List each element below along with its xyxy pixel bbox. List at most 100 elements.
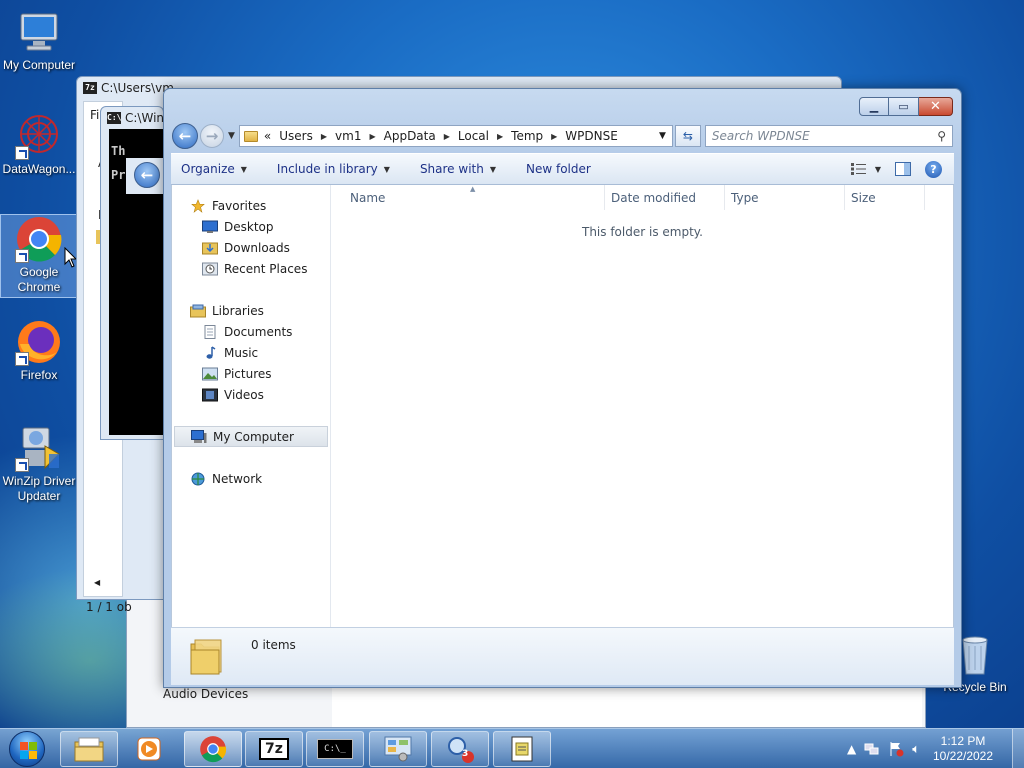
- search-input[interactable]: Search WPDNSE ⚲: [704, 125, 953, 147]
- desktop-icon-winzip-driver-updater[interactable]: WinZip Driver Updater: [0, 424, 78, 504]
- column-header-size[interactable]: Size: [845, 185, 925, 210]
- volume-icon[interactable]: 🔈︎: [912, 742, 920, 757]
- chevron-right-icon[interactable]: ▶: [444, 132, 450, 141]
- taskbar-7zip-button[interactable]: 7z: [245, 731, 303, 767]
- star-icon: [191, 198, 205, 213]
- hidden-window-back-button[interactable]: ←: [126, 158, 166, 194]
- taskbar-explorer-button[interactable]: [60, 731, 118, 767]
- nav-label: Videos: [224, 387, 264, 402]
- start-button[interactable]: [4, 729, 50, 768]
- cmd-icon: C:\_: [317, 739, 353, 759]
- menu-file-fragment[interactable]: Fi: [90, 108, 99, 122]
- recent-pages-dropdown[interactable]: ▼: [228, 131, 235, 141]
- change-view-button[interactable]: ▼: [850, 163, 881, 175]
- minimize-button[interactable]: ▁: [859, 97, 889, 116]
- audio-devices-label: Audio Devices: [163, 687, 249, 701]
- breadcrumb-temp[interactable]: Temp: [511, 129, 543, 143]
- chevron-right-icon[interactable]: ▶: [497, 132, 503, 141]
- nav-music[interactable]: Music: [172, 342, 330, 363]
- nav-label: Desktop: [224, 219, 274, 234]
- column-header-name[interactable]: Name: [332, 185, 605, 210]
- column-header-date-modified[interactable]: Date modified: [605, 185, 725, 210]
- organize-button[interactable]: Organize ▼: [181, 162, 247, 176]
- column-label: Size: [851, 190, 876, 205]
- new-folder-button[interactable]: New folder: [526, 162, 591, 176]
- system-tray: ▲ 🔈︎ 1:12 PM 10/22/2022: [847, 729, 1024, 768]
- breadcrumb-vm1[interactable]: vm1: [335, 129, 361, 143]
- window-command-prompt[interactable]: C:\ C:\Win Th Pr: [100, 106, 165, 440]
- chevron-right-icon[interactable]: ▶: [551, 132, 557, 141]
- chrome-icon: [15, 215, 63, 263]
- notification-badge-count: 3: [462, 749, 469, 759]
- nav-videos[interactable]: Videos: [172, 384, 330, 405]
- file-list[interactable]: ▲ Name Date modified Type Size This fold…: [332, 185, 953, 627]
- nav-downloads[interactable]: Downloads: [172, 237, 330, 258]
- nav-pictures[interactable]: Pictures: [172, 363, 330, 384]
- taskbar-search-tool-button[interactable]: 3: [431, 731, 489, 767]
- include-in-library-button[interactable]: Include in library ▼: [277, 162, 390, 176]
- share-with-button[interactable]: Share with ▼: [420, 162, 496, 176]
- computer-icon: [191, 429, 207, 443]
- nav-label: Music: [224, 345, 259, 360]
- computer-icon: [15, 8, 63, 56]
- maximize-button[interactable]: ▭: [889, 97, 919, 116]
- preview-pane-icon[interactable]: [895, 162, 911, 176]
- nav-label: My Computer: [213, 429, 294, 444]
- breadcrumb-local[interactable]: Local: [458, 129, 489, 143]
- taskbar-control-panel-button[interactable]: [369, 731, 427, 767]
- folder-icon: [190, 639, 222, 675]
- taskbar-chrome-button[interactable]: [184, 731, 242, 767]
- help-icon[interactable]: ?: [925, 160, 942, 178]
- breadcrumb-overflow[interactable]: «: [264, 129, 271, 143]
- close-button[interactable]: ✕: [919, 97, 953, 116]
- arrow-left-icon: ←: [178, 127, 192, 145]
- desktop-icon-datawagon[interactable]: DataWagon...: [0, 112, 78, 177]
- network-tray-icon[interactable]: [864, 741, 880, 757]
- recent-places-icon: [202, 262, 218, 275]
- search-icon[interactable]: ⚲: [937, 129, 946, 143]
- chevron-down-icon: ▼: [489, 164, 496, 174]
- column-header-type[interactable]: Type: [725, 185, 845, 210]
- explorer-window[interactable]: ▁ ▭ ✕ ← → ▼ « Users ▶ vm1 ▶ AppData ▶ Local…: [163, 88, 962, 688]
- desktop-icon-my-computer[interactable]: My Computer: [0, 8, 78, 73]
- media-player-icon: [137, 737, 161, 761]
- clock[interactable]: 1:12 PM 10/22/2022: [928, 734, 998, 764]
- taskbar-notepad-button[interactable]: [493, 731, 551, 767]
- nav-network[interactable]: Network: [172, 468, 330, 489]
- music-icon: [206, 345, 216, 359]
- nav-label: Recent Places: [224, 261, 308, 276]
- scroll-left-icon[interactable]: ◀: [94, 578, 100, 587]
- item-count: 0 items: [251, 638, 296, 652]
- nav-libraries[interactable]: Libraries: [172, 300, 330, 321]
- notepad-icon: [511, 736, 533, 762]
- show-desktop-button[interactable]: [1012, 729, 1024, 768]
- desktop-icon-firefox[interactable]: Firefox: [0, 318, 78, 383]
- firefox-icon: [15, 318, 63, 366]
- chevron-right-icon[interactable]: ▶: [369, 132, 375, 141]
- network-icon: [191, 472, 205, 485]
- refresh-button[interactable]: ⇆: [674, 125, 701, 147]
- show-hidden-icons-icon[interactable]: ▲: [847, 742, 856, 756]
- nav-recent-places[interactable]: Recent Places: [172, 258, 330, 279]
- address-dropdown-icon[interactable]: ▼: [659, 131, 666, 141]
- taskbar-media-player-button[interactable]: [121, 731, 177, 767]
- forward-button[interactable]: →: [200, 124, 224, 148]
- column-label: Date modified: [611, 190, 697, 205]
- nav-desktop[interactable]: Desktop: [172, 216, 330, 237]
- nav-favorites[interactable]: Favorites: [172, 195, 330, 216]
- nav-documents[interactable]: Documents: [172, 321, 330, 342]
- action-center-flag-icon[interactable]: [888, 741, 904, 757]
- breadcrumb-appdata[interactable]: AppData: [384, 129, 436, 143]
- breadcrumb-wpdnse[interactable]: WPDNSE: [565, 129, 618, 143]
- chevron-down-icon: ▼: [874, 164, 881, 174]
- column-label: Type: [731, 190, 759, 205]
- view-list-icon: [850, 163, 866, 175]
- libraries-icon: [190, 304, 206, 317]
- back-button[interactable]: ←: [172, 123, 198, 149]
- folder-icon: [243, 130, 258, 142]
- address-bar[interactable]: « Users ▶ vm1 ▶ AppData ▶ Local ▶ Temp ▶ WPDN…: [238, 125, 673, 147]
- breadcrumb-users[interactable]: Users: [279, 129, 313, 143]
- nav-my-computer[interactable]: My Computer: [174, 426, 328, 447]
- taskbar-cmd-button[interactable]: C:\_: [306, 731, 364, 767]
- chevron-right-icon[interactable]: ▶: [321, 132, 327, 141]
